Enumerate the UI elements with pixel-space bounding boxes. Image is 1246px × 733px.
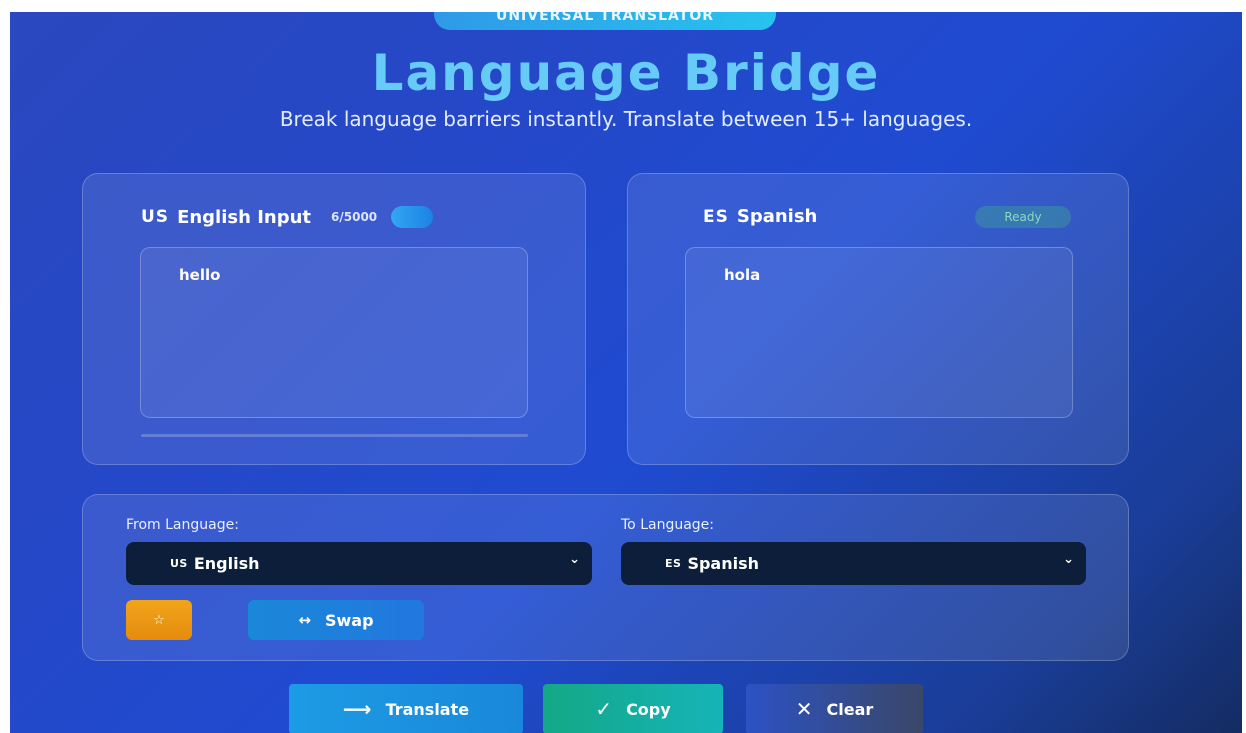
from-language-label: From Language: (126, 517, 239, 533)
clear-button[interactable]: ✕ Clear (746, 684, 923, 733)
output-panel-title: Spanish (736, 206, 818, 227)
us-flag-icon: US (141, 207, 170, 227)
swap-label: Swap (325, 610, 374, 630)
auto-translate-toggle[interactable] (391, 206, 434, 228)
translate-button[interactable]: ⟶ Translate (289, 684, 523, 733)
us-flag-icon: US (170, 557, 188, 570)
checkmark-icon: ✓ (595, 697, 613, 721)
character-counter: 6/5000 (331, 210, 378, 224)
es-flag-icon: ES (703, 206, 729, 227)
from-language-select[interactable]: US English ⌄ (126, 542, 592, 585)
clear-label: Clear (826, 699, 874, 719)
star-icon: ☆ (153, 612, 165, 628)
from-language-value: English (193, 554, 260, 573)
language-select-panel: From Language: To Language: US English ⌄… (82, 494, 1129, 661)
chevron-down-icon: ⌄ (569, 552, 580, 567)
to-language-value: Spanish (687, 554, 759, 573)
copy-button[interactable]: ✓ Copy (543, 684, 723, 733)
es-flag-icon: ES (665, 557, 682, 570)
input-panel-header: US English Input 6/5000 (141, 206, 434, 228)
page-title: Language Bridge (371, 44, 881, 102)
favorite-button[interactable]: ☆ (126, 600, 192, 640)
close-icon: ✕ (795, 697, 813, 721)
translated-text-output[interactable]: hola (685, 247, 1073, 418)
arrow-right-icon: ⟶ (342, 697, 372, 721)
status-badge: Ready (975, 206, 1071, 228)
translate-label: Translate (385, 699, 470, 719)
swap-languages-button[interactable]: ↔ Swap (248, 600, 424, 640)
output-panel-header: ES Spanish (703, 206, 817, 227)
swap-arrows-icon: ↔ (298, 611, 311, 629)
copy-label: Copy (626, 699, 671, 719)
output-panel: ES Spanish Ready hola (627, 173, 1129, 465)
to-language-select[interactable]: ES Spanish ⌄ (621, 542, 1086, 585)
to-language-label: To Language: (621, 517, 714, 533)
app-root: UNIVERSAL TRANSLATOR Language Bridge Bre… (10, 12, 1242, 733)
input-panel-title: English Input (177, 206, 312, 228)
input-panel: US English Input 6/5000 hello (82, 173, 586, 465)
app-badge: UNIVERSAL TRANSLATOR (434, 12, 776, 30)
input-progress-bar (141, 434, 528, 437)
source-text-input[interactable]: hello (140, 247, 528, 418)
chevron-down-icon: ⌄ (1063, 552, 1074, 567)
page-subtitle: Break language barriers instantly. Trans… (279, 107, 973, 131)
